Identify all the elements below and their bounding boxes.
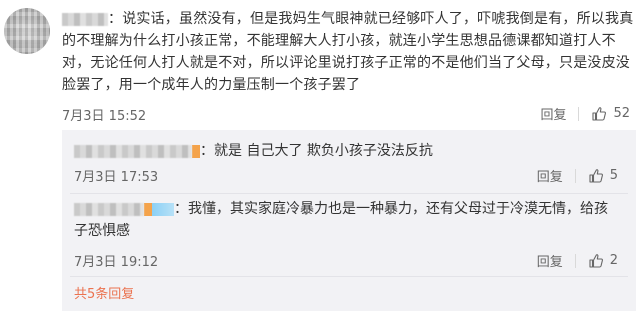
comment-body: ：说实话，虽然没有，但是我妈生气眼神就已经够吓人了，吓唬我倒是有，所以我真的不理… <box>62 11 634 93</box>
reply-item: ：就是 自己大了 欺负小孩子没法反抗 7月3日 17:53 回复 5 <box>62 130 636 193</box>
reply-actions: 回复 5 <box>537 166 618 185</box>
divider <box>574 253 576 268</box>
divider <box>574 168 576 183</box>
comment-actions: 回复 52 <box>540 104 630 123</box>
more-replies-link[interactable]: 共5条回复 <box>74 283 134 302</box>
reply-like-count: 2 <box>609 253 618 268</box>
reply-actions: 回复 2 <box>537 251 618 270</box>
thumbs-up-icon[interactable] <box>588 168 604 184</box>
comment-timestamp: 7月3日 15:52 <box>62 109 147 124</box>
thumbs-up-icon[interactable] <box>591 106 607 122</box>
avatar[interactable] <box>4 8 50 54</box>
reply-username-blurred[interactable] <box>74 144 192 158</box>
reply-reply-button[interactable]: 回复 <box>537 251 563 270</box>
badge-icon <box>152 202 174 216</box>
divider <box>578 106 580 121</box>
reply-text: 就是 自己大了 欺负小孩子没法反抗 <box>214 143 433 159</box>
username-blurred[interactable] <box>62 12 108 26</box>
reply-like-count: 5 <box>609 168 618 183</box>
badge-icon <box>144 202 152 216</box>
thumbs-up-icon[interactable] <box>588 253 604 269</box>
badge-icon <box>192 144 200 158</box>
divider <box>70 276 628 277</box>
comment-text: 说实话，虽然没有，但是我妈生气眼神就已经够吓人了，吓唬我倒是有，所以我真的不理解… <box>62 11 634 93</box>
reply-body: ：我懂，其实家庭冷暴力也是一种暴力，还有父母过于冷漠无情，给孩子恐惧感 <box>74 201 608 239</box>
reply-timestamp: 7月3日 19:12 <box>74 255 159 270</box>
reply-username-blurred[interactable] <box>74 202 144 216</box>
reply-item: ：我懂，其实家庭冷暴力也是一种暴力，还有父母过于冷漠无情，给孩子恐惧感 7月3日… <box>62 194 636 274</box>
reply-reply-button[interactable]: 回复 <box>537 166 563 185</box>
reply-timestamp: 7月3日 17:53 <box>74 170 159 185</box>
comment-like-count: 52 <box>613 106 630 121</box>
reply-body: ：就是 自己大了 欺负小孩子没法反抗 <box>74 140 619 162</box>
replies-panel: ：就是 自己大了 欺负小孩子没法反抗 7月3日 17:53 回复 5 ：我懂，其… <box>62 130 636 311</box>
comment-reply-button[interactable]: 回复 <box>540 104 566 123</box>
